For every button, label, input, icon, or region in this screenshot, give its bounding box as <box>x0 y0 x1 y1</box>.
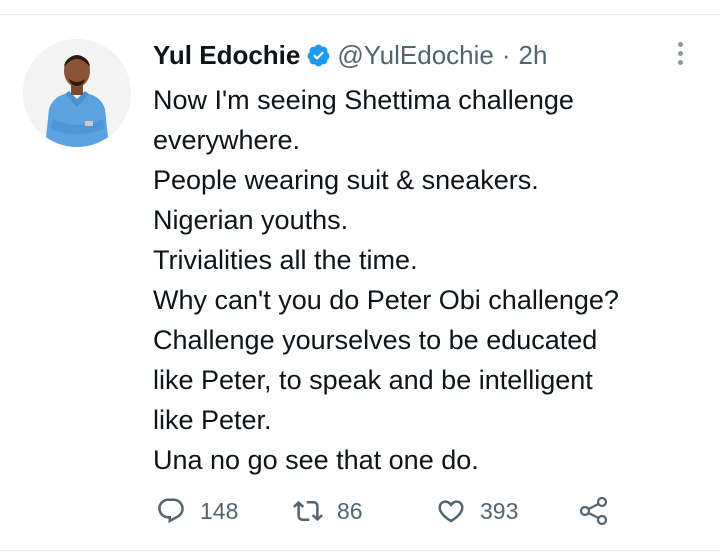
more-vertical-icon-dot <box>677 59 683 65</box>
heart-icon <box>438 500 464 523</box>
retweet-icon <box>293 500 323 522</box>
verified-badge-icon <box>306 43 331 68</box>
share-button[interactable] <box>578 491 610 531</box>
more-vertical-icon <box>677 41 683 47</box>
tweet-line: everywhere. <box>153 125 301 155</box>
top-divider <box>0 14 720 15</box>
tweet-line: People wearing suit & sneakers. <box>153 165 539 195</box>
handle[interactable]: @YulEdochie <box>337 40 494 71</box>
retweet-count: 86 <box>337 497 363 524</box>
tweet-actions: 148 86 393 <box>153 491 623 531</box>
tweet-line: like Peter, to speak and be intelligent <box>153 365 593 395</box>
reply-count: 148 <box>200 497 239 524</box>
avatar[interactable] <box>23 39 131 147</box>
like-count: 393 <box>480 497 519 524</box>
display-name[interactable]: Yul Edochie <box>153 40 300 71</box>
retweet-button[interactable]: 86 <box>293 491 363 531</box>
tweet-text: Now I'm seeing Shettima challenge everyw… <box>153 80 713 480</box>
like-button[interactable]: 393 <box>436 491 518 531</box>
tweet-line: Now I'm seeing Shettima challenge <box>153 85 574 115</box>
tweet-line: Nigerian youths. <box>153 205 349 235</box>
more-vertical-icon-dot <box>677 50 683 56</box>
avatar-image <box>23 39 131 147</box>
tweet-line: Una no go see that one do. <box>153 445 479 475</box>
timestamp[interactable]: 2h <box>519 40 548 71</box>
tweet-line: Trivialities all the time. <box>153 245 418 275</box>
bottom-divider <box>0 550 720 551</box>
tweet-line: like Peter. <box>153 405 272 435</box>
reply-button[interactable]: 148 <box>156 491 238 531</box>
reply-icon <box>158 498 184 524</box>
tweet-line: Challenge yourselves to be educated <box>153 325 598 355</box>
separator-dot: · <box>501 39 511 70</box>
tweet-header: Yul Edochie @YulEdochie · 2h <box>153 38 547 72</box>
tweet-line: Why can't you do Peter Obi challenge? <box>153 285 619 315</box>
more-options-button[interactable] <box>668 38 692 68</box>
share-icon <box>579 496 608 526</box>
